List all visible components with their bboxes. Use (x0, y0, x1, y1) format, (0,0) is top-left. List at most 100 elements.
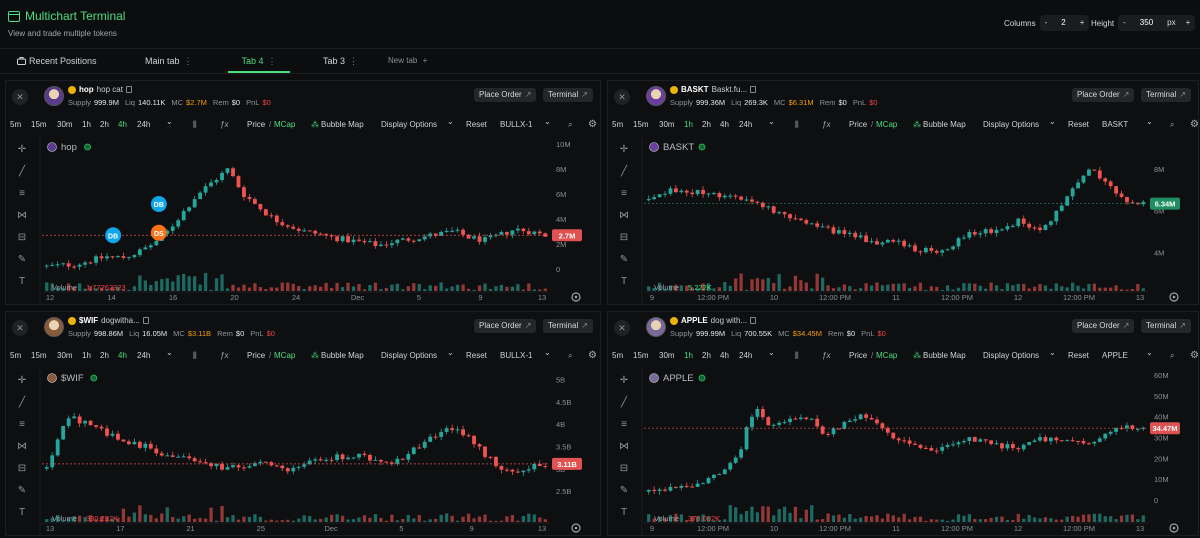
search-zoom-icon[interactable]: ⌕ (568, 117, 572, 133)
search-zoom-icon[interactable]: ⌕ (568, 348, 572, 364)
place-order-button[interactable]: Place Order ↗ (1072, 88, 1135, 102)
timeframe-1h[interactable]: 1h (684, 348, 693, 364)
timeframe-dropdown-icon[interactable]: ⌄ (166, 345, 173, 361)
timeframe-15m[interactable]: 15m (633, 348, 649, 364)
timeframe-4h[interactable]: 4h (720, 348, 729, 364)
bubble-map-button[interactable]: Bubble Map (321, 117, 364, 133)
close-panel-button[interactable]: ✕ (614, 89, 630, 105)
price-toggle-label[interactable]: Price (849, 348, 867, 364)
pattern-tool-icon[interactable]: ⋈ (17, 210, 27, 221)
copy-icon[interactable] (750, 86, 757, 93)
tab-4[interactable]: Tab 4 ⋮ (228, 49, 290, 73)
timeframe-5m[interactable]: 5m (10, 348, 21, 364)
timeframe-5m[interactable]: 5m (612, 117, 623, 133)
text-tool-icon[interactable]: T (621, 276, 627, 287)
height-decrement-button[interactable]: - (1118, 15, 1131, 31)
mcap-toggle-label[interactable]: MCap (274, 348, 295, 364)
reset-button[interactable]: Reset (466, 348, 487, 364)
place-order-button[interactable]: Place Order ↗ (474, 88, 537, 102)
price-chart[interactable]: ✛╱≡⋈⊟✎TBASKT8M6M4M9 12:00 PM 10 12:00 PM 11 1… (608, 138, 1199, 305)
gear-icon[interactable]: ⚙ (1190, 117, 1198, 133)
place-order-button[interactable]: Place Order ↗ (474, 319, 537, 333)
fib-tool-icon[interactable]: ≡ (621, 419, 627, 430)
pattern-tool-icon[interactable]: ⋈ (619, 210, 629, 221)
preset-chevron-icon[interactable]: ⌄ (544, 345, 551, 361)
timeframe-5m[interactable]: 5m (10, 117, 21, 133)
price-toggle-label[interactable]: Price (247, 348, 265, 364)
brush-tool-icon[interactable]: ✎ (620, 485, 628, 496)
brush-tool-icon[interactable]: ✎ (18, 254, 26, 265)
display-options-button[interactable]: Display Options (983, 348, 1039, 364)
columns-increment-button[interactable]: + (1075, 15, 1090, 31)
tab-main[interactable]: Main tab ⋮ (145, 49, 193, 73)
terminal-button[interactable]: Terminal ↗ (1141, 319, 1191, 333)
text-tool-icon[interactable]: T (19, 507, 25, 518)
price-chart[interactable]: ✛ ╱ ≡ ⋈ ⊟ ✎ Thop 10M 8M 6M 4M 2M 0 12 14 16 20 24 Dec 5 9 13 2… (6, 138, 601, 305)
display-options-chevron-icon[interactable]: ⌄ (447, 114, 454, 130)
fib-tool-icon[interactable]: ≡ (621, 188, 627, 199)
preset-select[interactable]: BULLX-1 (500, 117, 532, 133)
copy-icon[interactable] (142, 317, 149, 324)
timeframe-dropdown-icon[interactable]: ⌄ (166, 114, 173, 130)
close-panel-button[interactable]: ✕ (12, 320, 28, 336)
crosshair-icon[interactable]: ✛ (620, 144, 628, 155)
timeframe-24h[interactable]: 24h (739, 117, 752, 133)
reset-button[interactable]: Reset (1068, 117, 1089, 133)
timeframe-dropdown-icon[interactable]: ⌄ (768, 114, 775, 130)
trend-line-icon[interactable]: ╱ (18, 395, 26, 408)
timeframe-15m[interactable]: 15m (633, 117, 649, 133)
fib-tool-icon[interactable]: ≡ (19, 419, 25, 430)
height-value[interactable]: 350 (1131, 15, 1162, 31)
indicators-icon[interactable]: ƒx (220, 348, 228, 364)
candle-type-icon[interactable]: ⫼ (795, 117, 799, 133)
copy-icon[interactable] (125, 86, 132, 93)
timeframe-24h[interactable]: 24h (739, 348, 752, 364)
gear-icon[interactable]: ⚙ (588, 117, 597, 133)
terminal-button[interactable]: Terminal ↗ (1141, 88, 1191, 102)
gear-icon[interactable]: ⚙ (588, 348, 597, 364)
timeframe-5m[interactable]: 5m (612, 348, 623, 364)
display-options-button[interactable]: Display Options (983, 117, 1039, 133)
timeframe-dropdown-icon[interactable]: ⌄ (768, 345, 775, 361)
preset-select[interactable]: APPLE (1102, 348, 1128, 364)
timeframe-30m[interactable]: 30m (57, 117, 73, 133)
price-toggle-label[interactable]: Price (849, 117, 867, 133)
search-zoom-icon[interactable]: ⌕ (1170, 348, 1174, 364)
trend-line-icon[interactable]: ╱ (620, 164, 628, 177)
timeframe-15m[interactable]: 15m (31, 117, 47, 133)
tab-4-menu-icon[interactable]: ⋮ (268, 56, 277, 66)
timeframe-2h[interactable]: 2h (702, 348, 711, 364)
bubble-map-button[interactable]: Bubble Map (321, 348, 364, 364)
timeframe-2h[interactable]: 2h (100, 348, 109, 364)
timeframe-2h[interactable]: 2h (100, 117, 109, 133)
preset-select[interactable]: BASKT (1102, 117, 1128, 133)
tab-recent-positions[interactable]: Recent Positions (17, 49, 97, 73)
timeframe-15m[interactable]: 15m (31, 348, 47, 364)
place-order-button[interactable]: Place Order ↗ (1072, 319, 1135, 333)
price-chart[interactable]: ✛ ╱ ≡ ⋈ ⊟ ✎ T APPLE 60M 50M 40M 30M 20M 10M 0 9 12:00 PM… (608, 369, 1199, 536)
timeframe-4h[interactable]: 4h (720, 117, 729, 133)
terminal-button[interactable]: Terminal ↗ (543, 319, 593, 333)
reset-button[interactable]: Reset (1068, 348, 1089, 364)
display-options-chevron-icon[interactable]: ⌄ (447, 345, 454, 361)
bubble-map-button[interactable]: Bubble Map (923, 117, 966, 133)
columns-decrement-button[interactable]: - (1040, 15, 1053, 31)
mcap-toggle-label[interactable]: MCap (274, 117, 295, 133)
fib-tool-icon[interactable]: ≡ (19, 188, 25, 199)
bubble-map-button[interactable]: Bubble Map (923, 348, 966, 364)
measure-tool-icon[interactable]: ⊟ (18, 463, 26, 474)
trend-line-icon[interactable]: ╱ (18, 164, 26, 177)
gear-icon[interactable]: ⚙ (1190, 348, 1198, 364)
text-tool-icon[interactable]: T (19, 276, 25, 287)
preset-chevron-icon[interactable]: ⌄ (1146, 345, 1153, 361)
preset-chevron-icon[interactable]: ⌄ (544, 114, 551, 130)
crosshair-icon[interactable]: ✛ (18, 144, 26, 155)
brush-tool-icon[interactable]: ✎ (18, 485, 26, 496)
pattern-tool-icon[interactable]: ⋈ (17, 441, 27, 452)
indicators-icon[interactable]: ƒx (220, 117, 228, 133)
indicators-icon[interactable]: ƒx (822, 348, 830, 364)
tab-3-menu-icon[interactable]: ⋮ (349, 56, 358, 66)
close-panel-button[interactable]: ✕ (12, 89, 28, 105)
terminal-button[interactable]: Terminal ↗ (543, 88, 593, 102)
timeframe-1h[interactable]: 1h (684, 117, 693, 133)
